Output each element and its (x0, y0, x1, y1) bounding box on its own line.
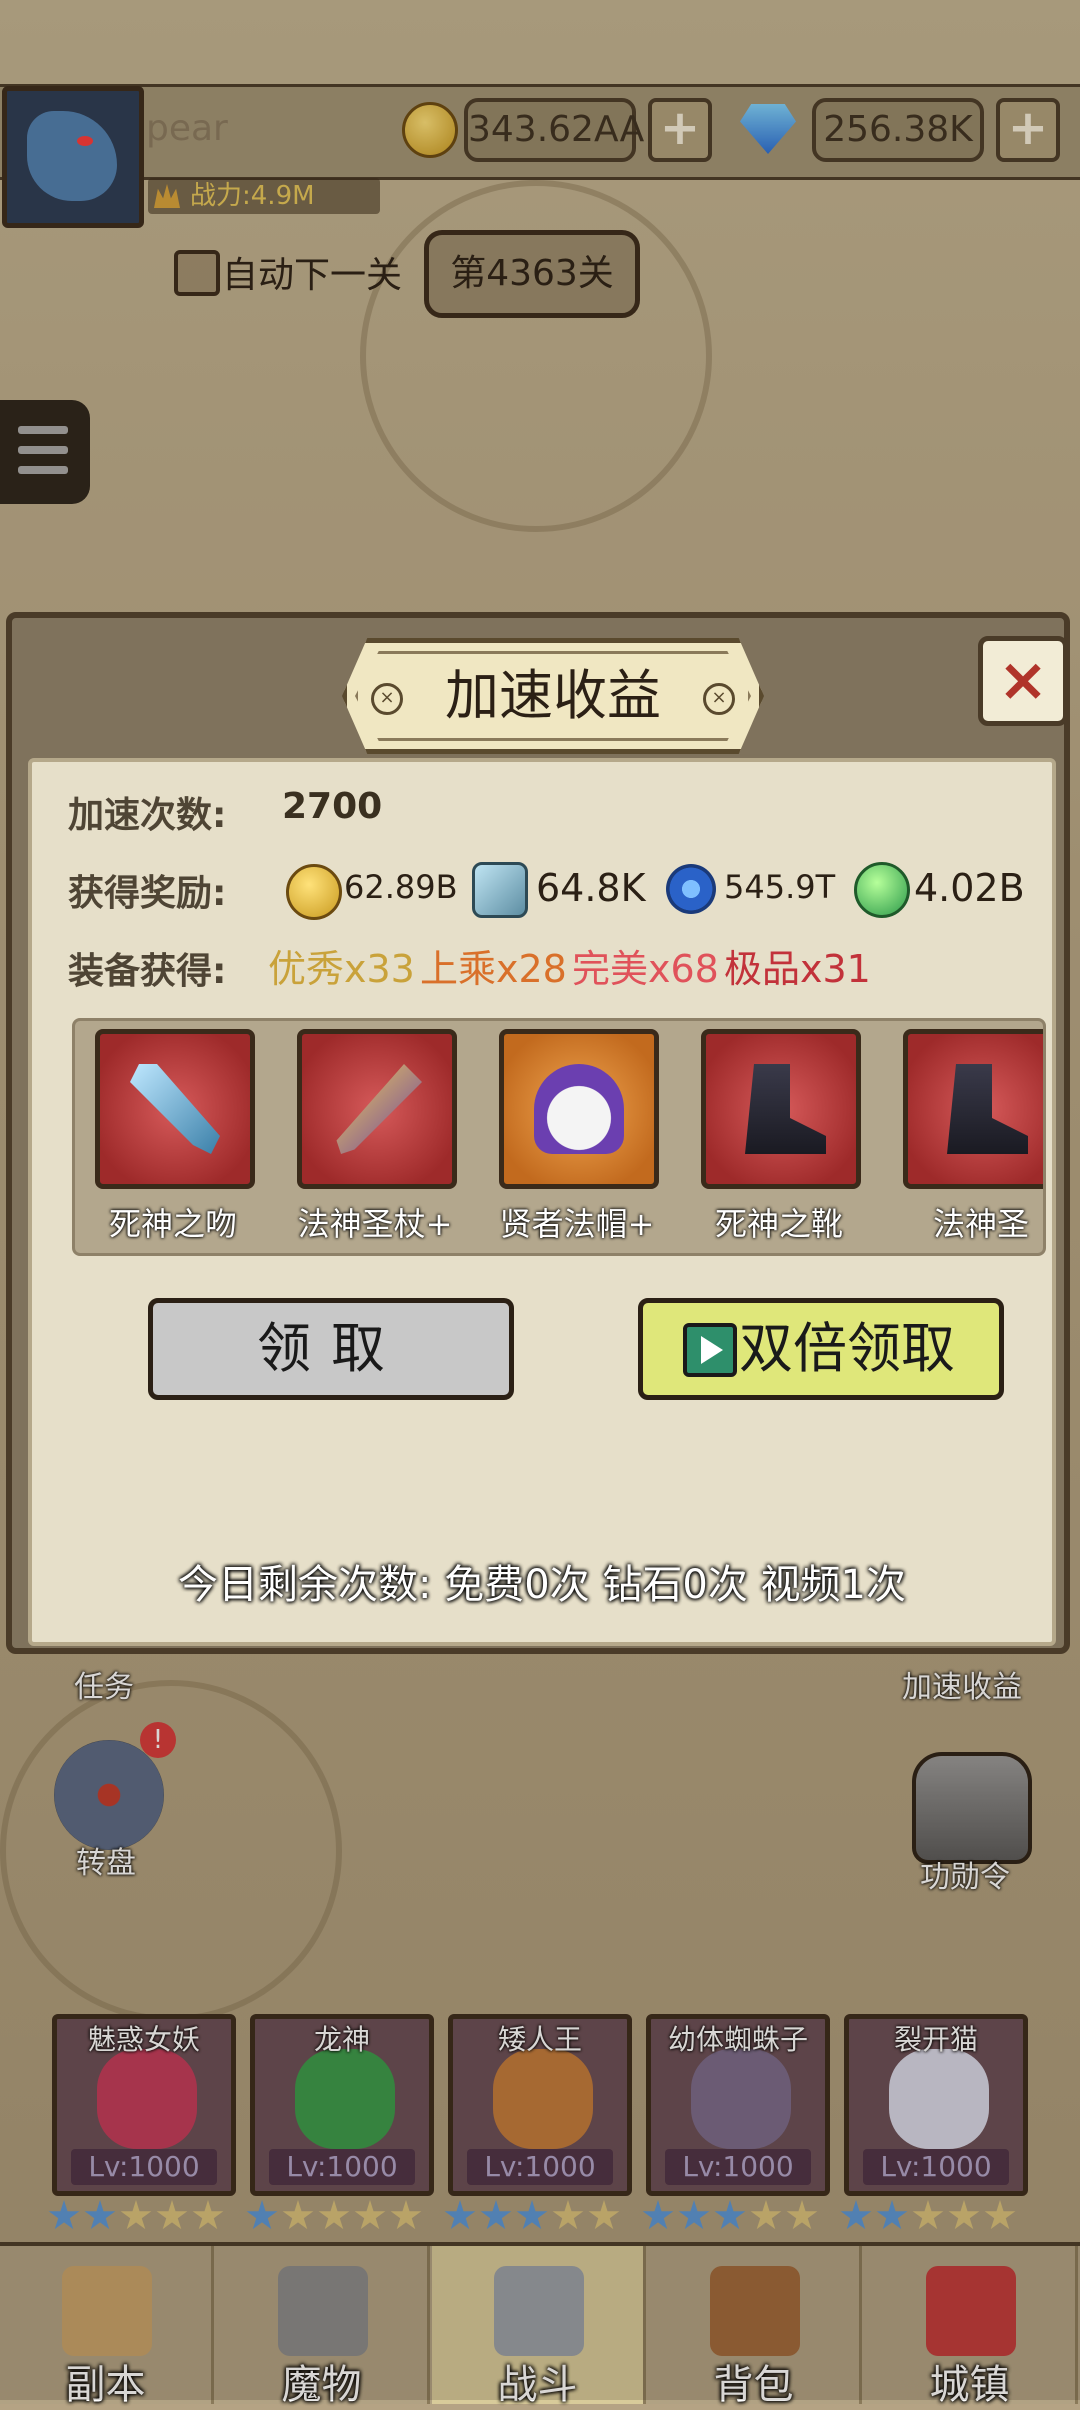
speedup-modal: × × 加速收益 × 加速次数: 2700 获得奖励: 62.89B 64.8K… (6, 612, 1070, 1654)
double-claim-button[interactable]: 双倍领取 (638, 1298, 1004, 1400)
swirl-orb-icon (666, 864, 716, 914)
grade-count: 优秀x33 (268, 947, 415, 991)
equipment-name: 死神之吻 (108, 1205, 237, 1243)
double-claim-label: 双倍领取 (739, 1317, 955, 1380)
modal-body: 加速次数: 2700 获得奖励: 62.89B 64.8K 545.9T 4.0… (28, 758, 1056, 1646)
equipment-name: 法神圣 (932, 1205, 1029, 1243)
equipment-name: 死神之靴 (714, 1205, 843, 1243)
modal-title-plate: × × 加速收益 (342, 638, 764, 754)
speedup-count-value: 2700 (282, 786, 383, 827)
boots-icon (745, 1064, 826, 1154)
close-button[interactable]: × (978, 636, 1068, 726)
equipment-frame (499, 1029, 659, 1189)
equipment-frame (903, 1029, 1043, 1189)
equipment-strip[interactable]: 死神之吻 法神圣杖+ 贤者法帽+ 死神之靴 法神圣 (72, 1018, 1046, 1256)
green-crystal-icon (854, 862, 910, 918)
equipment-item[interactable]: 死神之吻 (75, 1029, 271, 1253)
equipment-item[interactable]: 法神圣 (879, 1029, 1043, 1253)
equipment-item[interactable]: 贤者法帽+ (475, 1029, 675, 1253)
grade-count: 极品x31 (724, 947, 871, 991)
play-triangle (701, 1336, 723, 1364)
boots-icon (947, 1064, 1028, 1154)
dagger-icon (130, 1064, 220, 1154)
equipment-frame (701, 1029, 861, 1189)
equipment-frame (95, 1029, 255, 1189)
gold-coin-icon (286, 864, 342, 920)
reward-crystal: 4.02B (914, 866, 1025, 910)
remaining-attempts: 今日剩余次数: 免费0次 钻石0次 视频1次 (178, 1562, 906, 1608)
claim-button[interactable]: 领取 (148, 1298, 514, 1400)
equip-label: 装备获得: (68, 951, 227, 992)
equipment-item[interactable]: 法神圣杖+ (273, 1029, 473, 1253)
reward-gold: 62.89B (344, 868, 458, 906)
equipment-frame (297, 1029, 457, 1189)
ore-icon (472, 862, 528, 918)
reward-label: 获得奖励: (68, 873, 227, 914)
grade-count: 完美x68 (572, 947, 719, 991)
modal-title: 加速收益 (445, 664, 661, 727)
speedup-count-label: 加速次数: (68, 795, 227, 836)
staff-icon (336, 1064, 422, 1154)
grade-count: 上乘x28 (420, 947, 567, 991)
reward-ore: 64.8K (536, 866, 646, 910)
equipment-name: 贤者法帽+ (499, 1205, 655, 1243)
equipment-name: 法神圣杖+ (297, 1205, 453, 1243)
equipment-item[interactable]: 死神之靴 (677, 1029, 877, 1253)
video-play-icon (683, 1323, 737, 1377)
hat-icon (534, 1064, 624, 1154)
reward-orb: 545.9T (724, 868, 836, 906)
